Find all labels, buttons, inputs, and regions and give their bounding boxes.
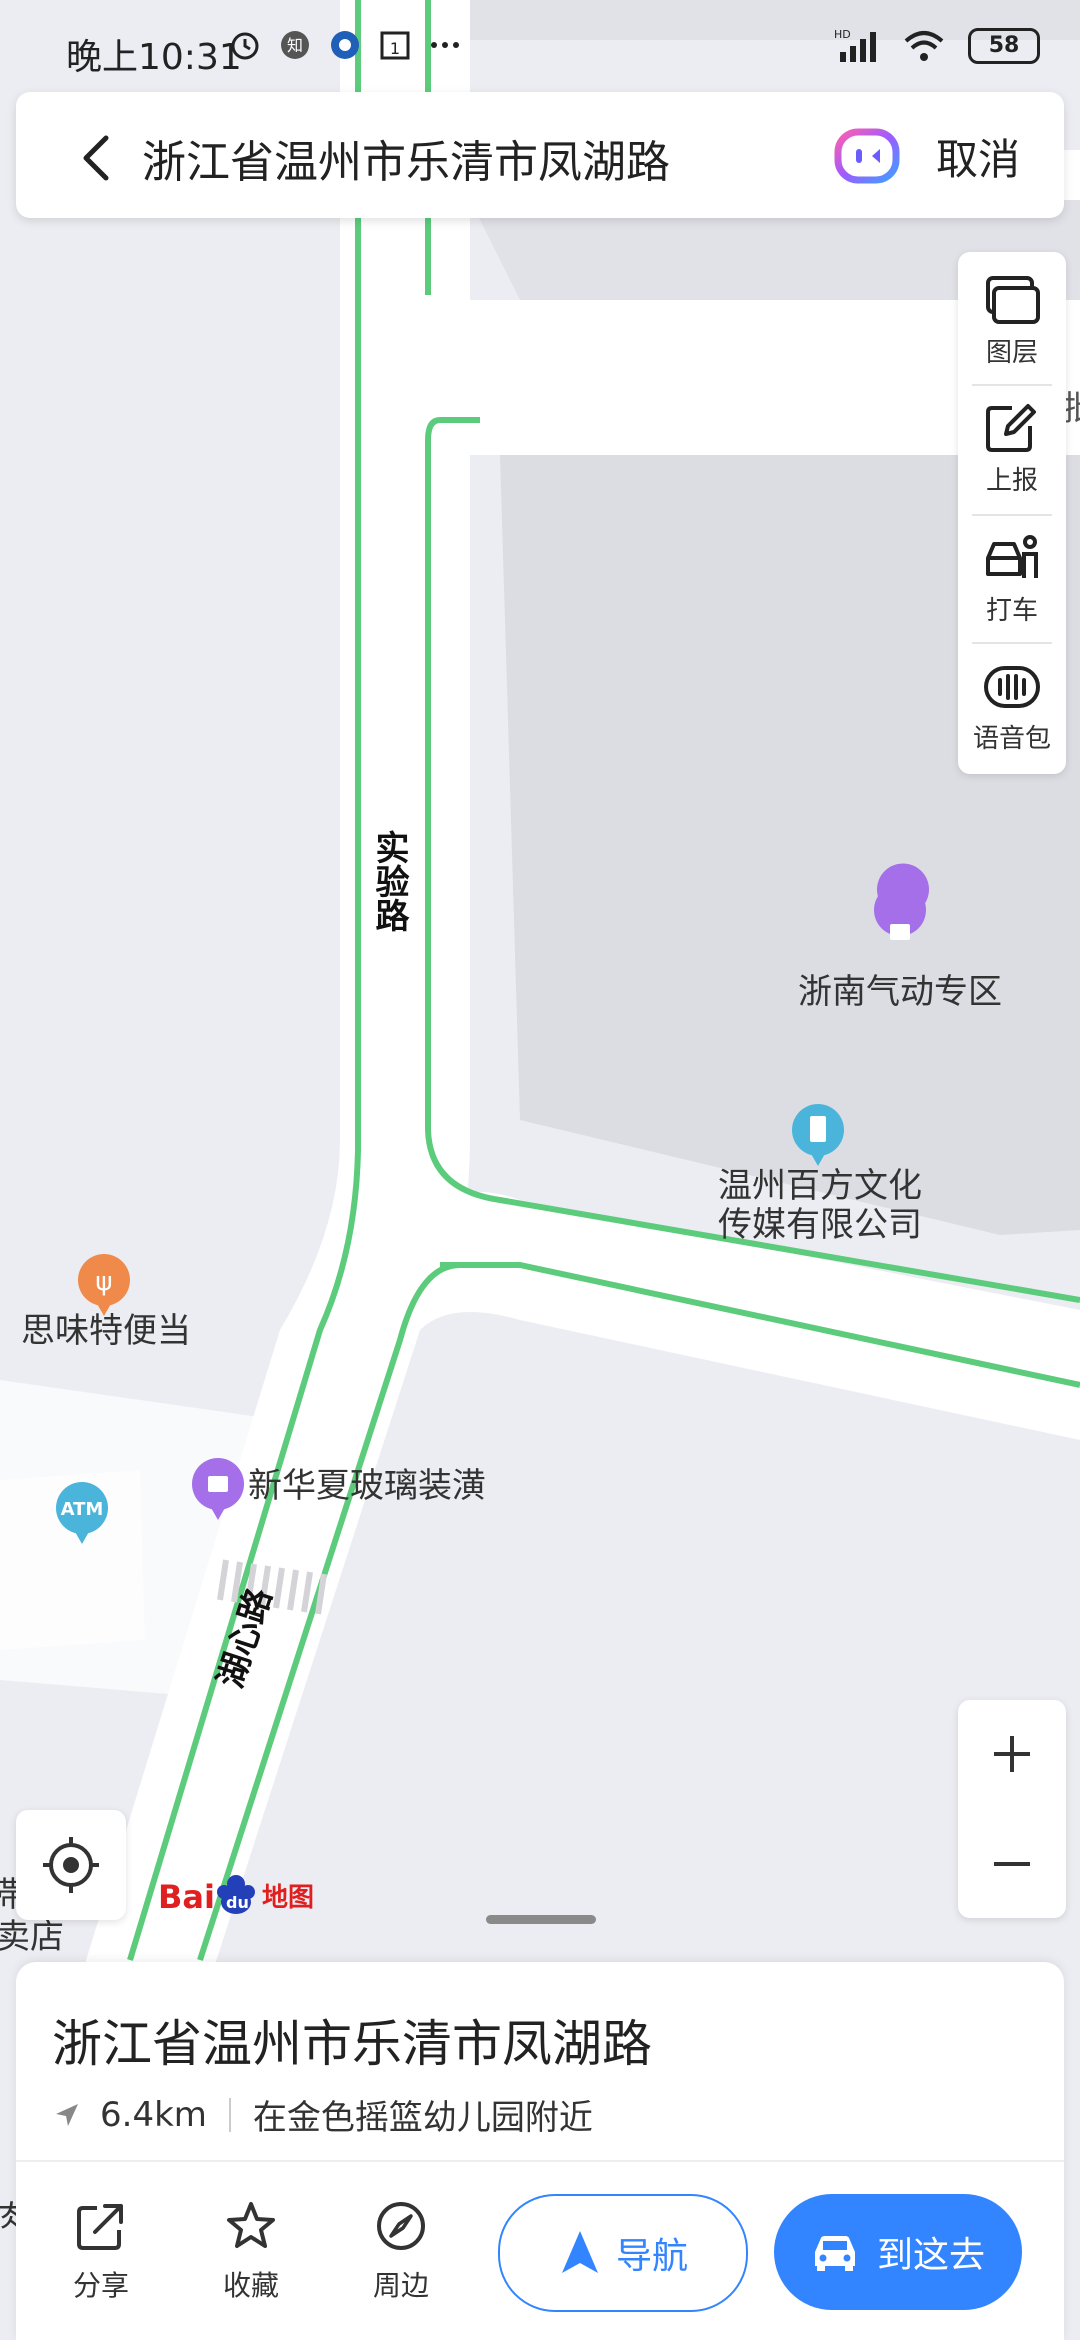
share-icon bbox=[77, 2204, 123, 2250]
place-title: 浙江省温州市乐清市凤湖路 bbox=[52, 2015, 652, 2073]
poi-label-baifang-2: 传媒有限公司 bbox=[718, 1205, 922, 1245]
locate-me-button[interactable] bbox=[16, 1810, 126, 1920]
compass-icon bbox=[377, 2202, 425, 2250]
poi-label-zhenan: 浙南气动专区 bbox=[798, 972, 1002, 1012]
status-notification-icons: 知 1 bbox=[228, 28, 462, 62]
cancel-button[interactable]: 取消 bbox=[936, 126, 1020, 187]
svg-text:知: 知 bbox=[287, 36, 303, 55]
status-time: 晚上10:31 bbox=[66, 37, 242, 78]
taxi-icon bbox=[986, 535, 1038, 578]
svg-text:HD: HD bbox=[834, 28, 851, 41]
meta-separator bbox=[228, 2097, 231, 2132]
zhihu-icon: 知 bbox=[281, 31, 309, 59]
more-dots-icon bbox=[431, 42, 459, 48]
place-distance: 6.4km bbox=[100, 2094, 207, 2135]
tool-report[interactable]: 上报 bbox=[958, 402, 1066, 497]
svg-text:地图: 地图 bbox=[262, 1883, 314, 1913]
nearby-button[interactable]: 周边 bbox=[346, 2200, 456, 2304]
alarm-icon bbox=[231, 32, 259, 60]
tool-taxi[interactable]: 打车 bbox=[958, 532, 1066, 627]
tool-taxi-label: 打车 bbox=[985, 596, 1038, 626]
navigate-button[interactable]: 导航 bbox=[498, 2194, 748, 2312]
zoom-control bbox=[958, 1700, 1066, 1918]
zoom-out-button[interactable] bbox=[958, 1810, 1066, 1918]
direction-arrow-icon bbox=[56, 2103, 78, 2126]
tool-layers[interactable]: 图层 bbox=[958, 274, 1066, 369]
place-detail-card: 浙江省温州市乐清市凤湖路 6.4km 在金色摇篮幼儿园附近 分享 收藏 周边 导 bbox=[16, 1962, 1064, 2340]
poi-label-atm: ATM bbox=[61, 1499, 104, 1520]
minus-icon bbox=[994, 1862, 1030, 1866]
tool-layers-label: 图层 bbox=[985, 338, 1038, 368]
share-label: 分享 bbox=[72, 2269, 129, 2302]
star-icon bbox=[227, 2202, 275, 2248]
svg-text:ψ: ψ bbox=[95, 1267, 112, 1297]
ai-assistant-icon[interactable] bbox=[832, 126, 902, 186]
go-here-button[interactable]: 到这去 bbox=[774, 2194, 1022, 2310]
sheet-drag-handle bbox=[486, 1915, 596, 1924]
status-bar: 晚上10:31 知 1 HD 58 bbox=[0, 0, 1080, 100]
car-icon bbox=[814, 2236, 855, 2271]
map-tools-panel: 图层 上报 打车 语音包 bbox=[958, 252, 1066, 774]
favorite-button[interactable]: 收藏 bbox=[196, 2200, 306, 2304]
road-label-shiyan: 实验路 bbox=[369, 830, 409, 932]
go-here-label: 到这去 bbox=[876, 2235, 985, 2276]
report-icon bbox=[986, 404, 1036, 452]
battery-indicator: 58 bbox=[968, 28, 1040, 64]
search-bar: 浙江省温州市乐清市凤湖路 取消 bbox=[16, 92, 1064, 218]
status-system-icons: HD 58 bbox=[834, 28, 1040, 64]
place-meta: 6.4km 在金色摇篮幼儿园附近 bbox=[52, 2090, 593, 2139]
zoom-in-button[interactable] bbox=[958, 1700, 1066, 1808]
tool-report-label: 上报 bbox=[985, 466, 1038, 496]
layers-icon bbox=[986, 276, 1040, 324]
poi-label-xinhuaxia: 新华夏玻璃装潢 bbox=[248, 1466, 486, 1506]
signal-icon: HD bbox=[834, 28, 876, 62]
bank-app-icon bbox=[331, 31, 359, 59]
tool-voice-pack-label: 语音包 bbox=[972, 724, 1051, 754]
calendar-icon: 1 bbox=[380, 31, 410, 60]
voice-pack-icon bbox=[984, 666, 1040, 708]
poi-label-baifang-1: 温州百方文化 bbox=[718, 1166, 922, 1206]
tool-voice-pack[interactable]: 语音包 bbox=[958, 660, 1066, 755]
crosshair-icon bbox=[43, 1837, 99, 1893]
favorite-label: 收藏 bbox=[222, 2269, 279, 2302]
navigation-arrow-icon bbox=[561, 2231, 598, 2273]
edge-label-2: 卖店 bbox=[0, 1917, 64, 1957]
share-button[interactable]: 分享 bbox=[46, 2200, 156, 2304]
poi-label-siweite: 思味特便当 bbox=[21, 1311, 191, 1351]
plus-icon bbox=[994, 1736, 1030, 1772]
back-arrow-icon[interactable] bbox=[68, 128, 128, 188]
svg-text:du: du bbox=[226, 1893, 249, 1912]
search-query[interactable]: 浙江省温州市乐清市凤湖路 bbox=[142, 126, 670, 190]
navigate-label: 导航 bbox=[615, 2236, 688, 2277]
place-nearby: 在金色摇篮幼儿园附近 bbox=[252, 2098, 593, 2138]
nearby-label: 周边 bbox=[372, 2269, 429, 2302]
card-divider bbox=[16, 2160, 1064, 2162]
svg-text:Bai: Bai bbox=[158, 1878, 215, 1916]
svg-text:1: 1 bbox=[390, 39, 400, 58]
wifi-icon bbox=[904, 31, 944, 61]
